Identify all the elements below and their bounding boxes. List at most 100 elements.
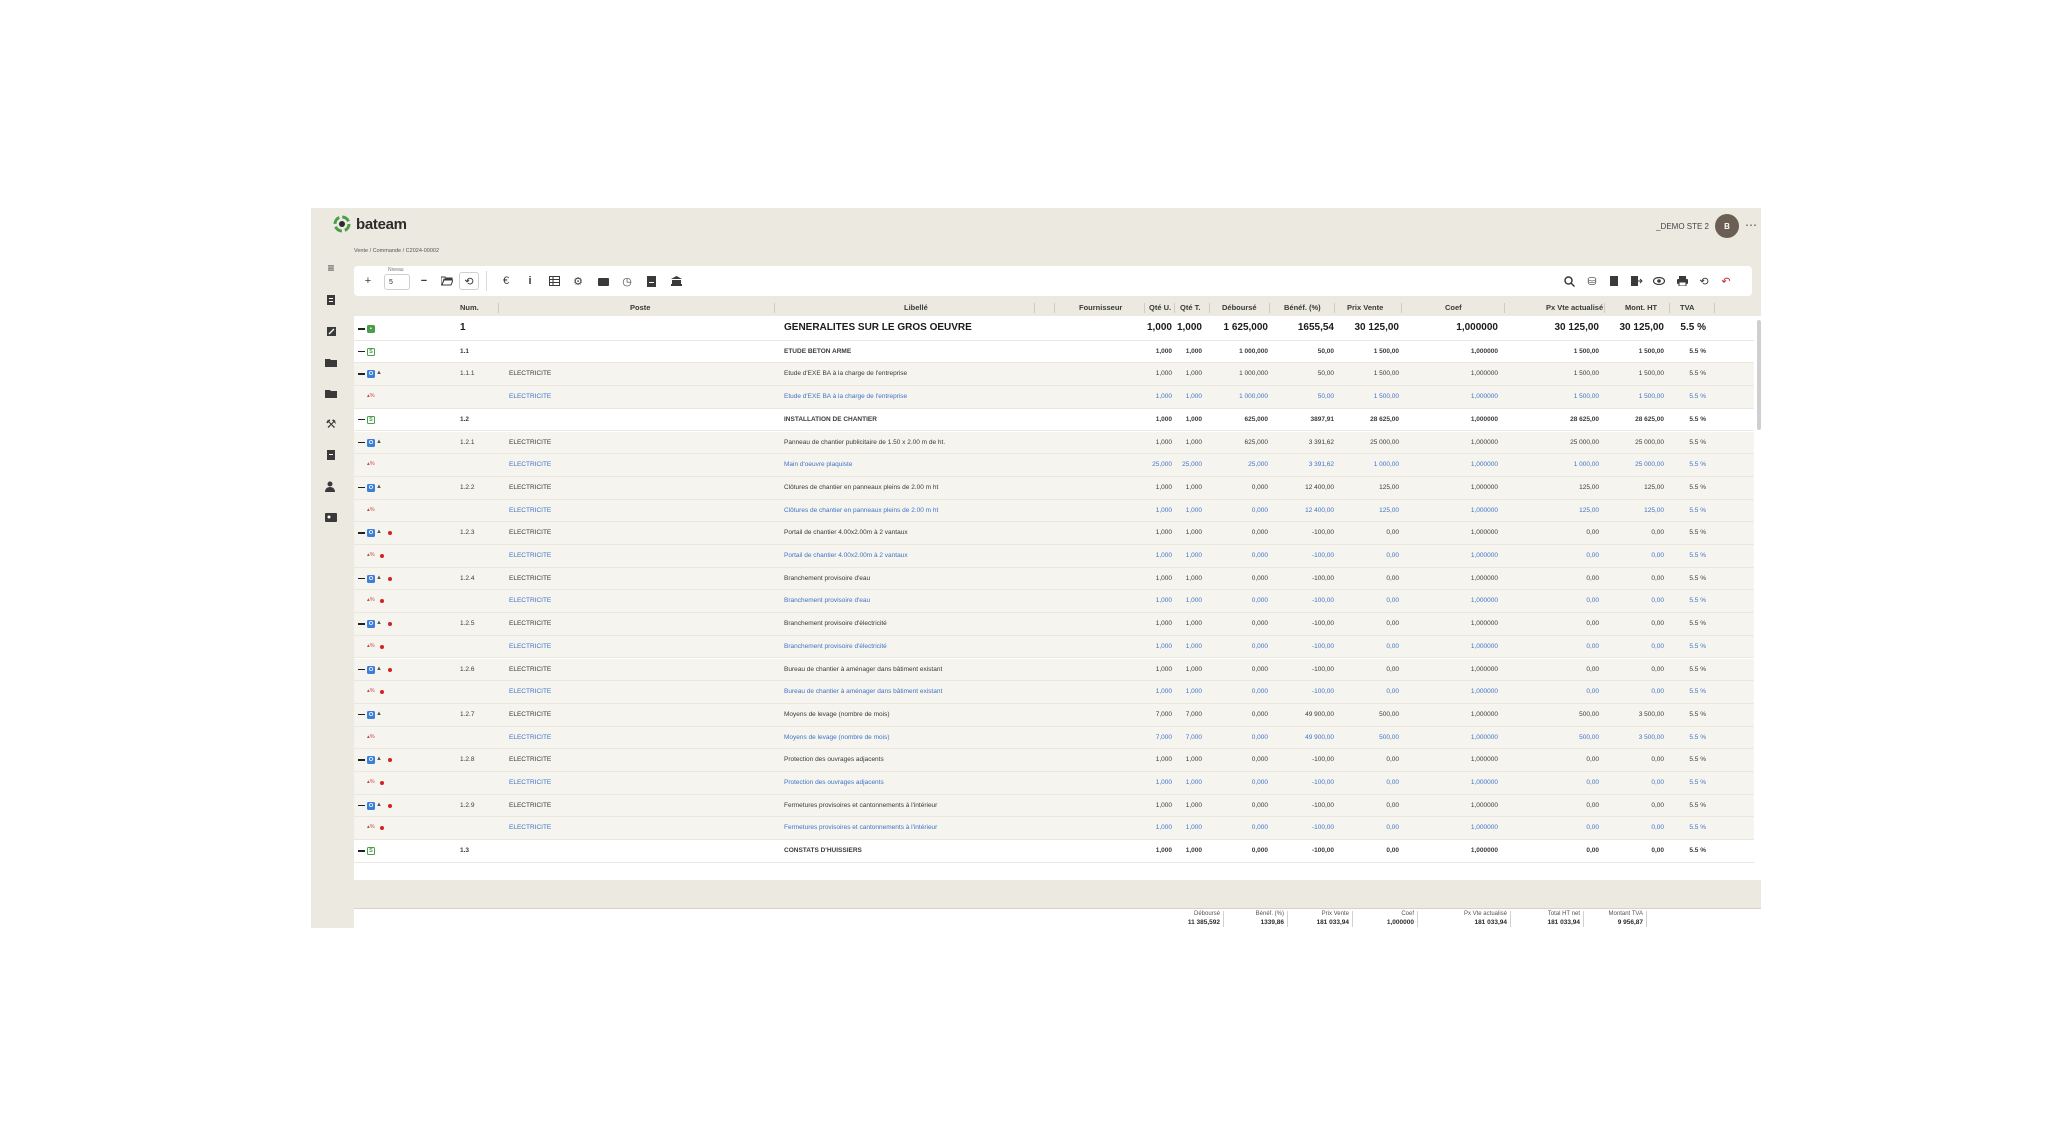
cell-qt[interactable]: 1,000 xyxy=(1186,370,1202,377)
column-header[interactable]: TVA xyxy=(1680,303,1694,312)
cell-benef[interactable]: -100,00 xyxy=(1312,756,1334,763)
cell-qu[interactable]: 1,000 xyxy=(1156,439,1172,446)
cell-mht[interactable]: 125,00 xyxy=(1644,484,1664,491)
cell-pxa[interactable]: 0,00 xyxy=(1586,620,1599,627)
cell-prix[interactable]: 125,00 xyxy=(1379,484,1399,491)
cell-benef[interactable]: 50,00 xyxy=(1318,393,1334,400)
cell-prix[interactable]: 500,00 xyxy=(1379,734,1399,741)
cell-tva[interactable]: 5.5 % xyxy=(1689,756,1706,763)
cell-num[interactable]: 1.2.8 xyxy=(460,756,474,763)
cell-qt[interactable]: 1,000 xyxy=(1186,507,1202,514)
cell-pxa[interactable]: 0,00 xyxy=(1586,756,1599,763)
cell-mht[interactable]: 125,00 xyxy=(1644,507,1664,514)
cell-libelle[interactable]: Protection des ouvrages adjacents xyxy=(784,756,884,763)
cell-poste[interactable]: ELECTRICITE xyxy=(509,370,551,377)
table-row[interactable]: S 1.1 ETUDE BETON ARME 1,000 1,000 1 000,000 5… xyxy=(354,341,1754,364)
history-icon[interactable]: ⟲ xyxy=(1694,272,1714,290)
table-row[interactable]: ▪ 1 GENERALITES SUR LE GROS OEUVRE 1,000 1,0… xyxy=(354,318,1754,341)
cell-qt[interactable]: 1,000 xyxy=(1177,322,1202,333)
cell-pxa[interactable]: 125,00 xyxy=(1579,507,1599,514)
cell-qu[interactable]: 1,000 xyxy=(1156,348,1172,355)
column-divider[interactable] xyxy=(1401,303,1402,313)
cell-qt[interactable]: 1,000 xyxy=(1186,756,1202,763)
eye-icon[interactable] xyxy=(1649,272,1669,290)
cell-prix[interactable]: 0,00 xyxy=(1386,756,1399,763)
cell-qu[interactable]: 1,000 xyxy=(1156,597,1172,604)
cell-poste[interactable]: ELECTRICITE xyxy=(509,461,551,468)
table-row[interactable]: O ▲ 1.2.1 ELECTRICITE Panneau de chantier pu… xyxy=(354,431,1754,455)
undo-icon[interactable]: ⟲ xyxy=(459,272,479,290)
cell-qu[interactable]: 1,000 xyxy=(1156,484,1172,491)
cell-libelle[interactable]: Branchement provisoire d'eau xyxy=(784,597,870,604)
cell-debourse[interactable]: 25,000 xyxy=(1248,461,1268,468)
cell-num[interactable]: 1.3 xyxy=(460,847,469,854)
cell-benef[interactable]: 49 900,00 xyxy=(1305,711,1334,718)
column-divider[interactable] xyxy=(1034,303,1035,313)
cell-mht[interactable]: 28 625,00 xyxy=(1635,416,1664,423)
cell-poste[interactable]: ELECTRICITE xyxy=(509,779,551,786)
cell-prix[interactable]: 0,00 xyxy=(1386,643,1399,650)
cell-debourse[interactable]: 0,000 xyxy=(1252,620,1268,627)
info-icon[interactable]: i xyxy=(520,272,540,290)
cell-libelle[interactable]: Fermetures provisoires et cantonnements … xyxy=(784,824,937,831)
cell-tva[interactable]: 5.5 % xyxy=(1689,802,1706,809)
cell-debourse[interactable]: 0,000 xyxy=(1252,643,1268,650)
users-icon[interactable] xyxy=(323,478,339,494)
cell-prix[interactable]: 30 125,00 xyxy=(1355,322,1400,333)
cell-qt[interactable]: 1,000 xyxy=(1186,620,1202,627)
cell-benef[interactable]: 50,00 xyxy=(1318,370,1334,377)
table-row[interactable]: ▴% ELECTRICITE Main d'oeuvre plaquiste 25,0… xyxy=(354,454,1754,477)
cell-qu[interactable]: 1,000 xyxy=(1156,529,1172,536)
cell-qu[interactable]: 1,000 xyxy=(1156,393,1172,400)
cell-pxa[interactable]: 0,00 xyxy=(1586,643,1599,650)
cell-debourse[interactable]: 0,000 xyxy=(1252,666,1268,673)
coins-icon[interactable]: ⛁ xyxy=(1582,272,1602,290)
cell-num[interactable]: 1.2.6 xyxy=(460,666,474,673)
cell-debourse[interactable]: 1 000,000 xyxy=(1239,348,1268,355)
cell-libelle[interactable]: Branchement provisoire d'électricité xyxy=(784,620,887,627)
cell-pxa[interactable]: 25 000,00 xyxy=(1570,439,1599,446)
cell-coef[interactable]: 1,000000 xyxy=(1471,666,1498,673)
cell-num[interactable]: 1.2.7 xyxy=(460,711,474,718)
table-row[interactable]: O ▲ 1.2.8 ELECTRICITE Protection des ouvrage… xyxy=(354,749,1754,772)
table-row[interactable]: ▴% ELECTRICITE Branchement provisoire d'él… xyxy=(354,635,1754,659)
cell-benef[interactable]: -100,00 xyxy=(1312,688,1334,695)
cell-prix[interactable]: 0,00 xyxy=(1386,552,1399,559)
cell-tva[interactable]: 5.5 % xyxy=(1689,643,1706,650)
cell-libelle[interactable]: INSTALLATION DE CHANTIER xyxy=(784,416,877,423)
cell-benef[interactable]: 3 391,62 xyxy=(1309,439,1334,446)
cell-coef[interactable]: 1,000000 xyxy=(1471,575,1498,582)
cell-qt[interactable]: 1,000 xyxy=(1186,688,1202,695)
cell-qu[interactable]: 1,000 xyxy=(1156,824,1172,831)
cell-coef[interactable]: 1,000000 xyxy=(1471,529,1498,536)
cell-tva[interactable]: 5.5 % xyxy=(1689,711,1706,718)
cell-poste[interactable]: ELECTRICITE xyxy=(509,597,551,604)
cell-debourse[interactable]: 0,000 xyxy=(1252,552,1268,559)
cell-pxa[interactable]: 0,00 xyxy=(1586,597,1599,604)
settings-icon[interactable]: ⚙ xyxy=(568,272,588,290)
cell-qt[interactable]: 7,000 xyxy=(1186,711,1202,718)
cell-debourse[interactable]: 625,000 xyxy=(1245,439,1269,446)
cell-qt[interactable]: 1,000 xyxy=(1186,348,1202,355)
collapse-row-icon[interactable] xyxy=(358,373,365,375)
cell-coef[interactable]: 1,000000 xyxy=(1471,643,1498,650)
hamburger-menu-icon[interactable]: ≡ xyxy=(323,260,339,276)
cell-debourse[interactable]: 0,000 xyxy=(1252,484,1268,491)
cell-prix[interactable]: 125,00 xyxy=(1379,507,1399,514)
cell-coef[interactable]: 1,000000 xyxy=(1471,847,1498,854)
cell-mht[interactable]: 3 500,00 xyxy=(1639,734,1664,741)
back-arrow-icon[interactable]: ↶ xyxy=(1716,272,1736,290)
cell-libelle[interactable]: Etude d'EXE BA à la charge de l'entrepri… xyxy=(784,393,907,400)
cell-pxa[interactable]: 28 625,00 xyxy=(1570,416,1599,423)
cell-tva[interactable]: 5.5 % xyxy=(1689,461,1706,468)
cell-qu[interactable]: 1,000 xyxy=(1156,575,1172,582)
cell-coef[interactable]: 1,000000 xyxy=(1471,824,1498,831)
column-divider[interactable] xyxy=(1054,303,1055,313)
table-row[interactable]: S 1.3 CONSTATS D'HUISSIERS 1,000 1,000 0,000 -… xyxy=(354,840,1754,863)
cell-mht[interactable]: 25 000,00 xyxy=(1635,461,1664,468)
cell-pxa[interactable]: 0,00 xyxy=(1586,575,1599,582)
clock-icon[interactable]: ◷ xyxy=(617,272,637,290)
cell-num[interactable]: 1.2.3 xyxy=(460,529,474,536)
cell-benef[interactable]: -100,00 xyxy=(1312,597,1334,604)
collapse-row-icon[interactable] xyxy=(358,418,365,421)
